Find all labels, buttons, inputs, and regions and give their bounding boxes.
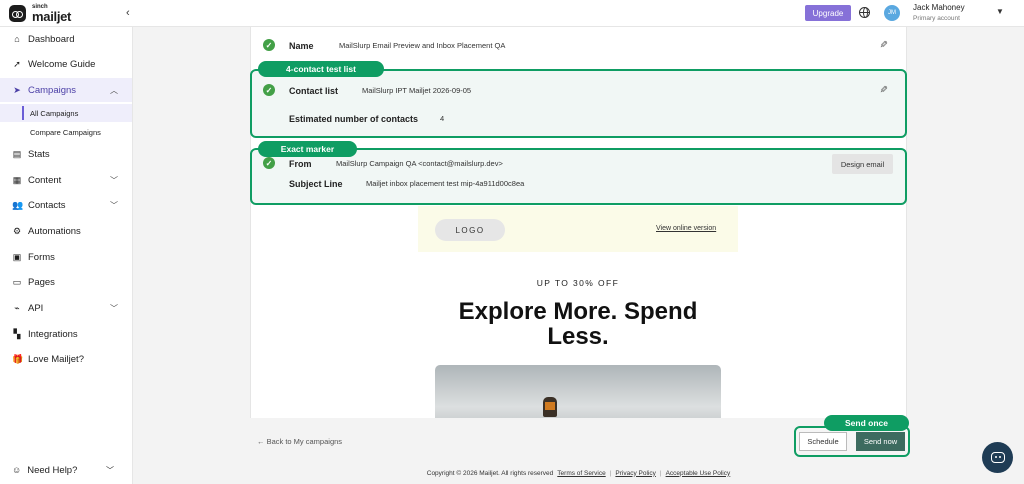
design-email-button[interactable]: Design email: [832, 154, 893, 174]
contact-list-label: Contact list: [289, 86, 339, 96]
stats-icon: ▤: [12, 148, 22, 159]
sidebar-item-stats[interactable]: ▤ Stats: [0, 142, 132, 166]
privacy-policy-link[interactable]: Privacy Policy: [615, 470, 655, 477]
help-icon: ☺: [12, 465, 22, 475]
api-icon: ⌁: [14, 302, 20, 313]
exact-marker-annotation-tag: Exact marker: [258, 141, 357, 157]
upgrade-button[interactable]: Upgrade: [805, 5, 851, 21]
chevron-up-icon: ︿: [110, 85, 118, 95]
user-avatar[interactable]: JM: [884, 5, 900, 21]
copyright-text: Copyright © 2026 Mailjet. All rights res…: [426, 469, 554, 477]
sidebar-item-automations[interactable]: ⚙ Automations: [0, 219, 132, 243]
language-globe-icon[interactable]: [859, 7, 870, 18]
sidebar-item-integrations[interactable]: ▚ Integrations: [0, 322, 132, 346]
email-logo-placeholder: LOGO: [435, 219, 505, 241]
sidebar-subitem-all-campaigns[interactable]: All Campaigns: [0, 104, 132, 122]
acceptable-use-policy-link[interactable]: Acceptable Use Policy: [666, 470, 731, 477]
chatbot-button[interactable]: [982, 442, 1013, 473]
sidebar-item-label: Forms: [28, 251, 55, 263]
edit-contact-list-pencil-icon[interactable]: ✎: [878, 85, 888, 96]
contact-list-annotation-tag: 4-contact test list: [258, 61, 384, 77]
need-help-label: Need Help?: [27, 464, 78, 476]
user-menu-chevron-down-icon[interactable]: ▼: [996, 7, 1004, 16]
email-hero-image: [435, 365, 721, 418]
sidebar-item-label: Dashboard: [28, 33, 75, 45]
user-name[interactable]: Jack Mahoney: [913, 3, 965, 12]
chevron-down-icon: ﹀: [106, 465, 114, 475]
subject-line-value: Mailjet inbox placement test mip-4a911d0…: [366, 179, 525, 188]
sidebar-item-dashboard[interactable]: ⌂ Dashboard: [0, 27, 132, 51]
logo-mailjet-text: mailjet: [32, 9, 72, 24]
sidebar-item-campaigns[interactable]: ➤ Campaigns ︿: [0, 78, 132, 102]
terms-of-service-link[interactable]: Terms of Service: [557, 470, 605, 477]
sidebar-item-content[interactable]: ▦ Content ﹀: [0, 168, 132, 192]
collapse-sidebar-icon[interactable]: ‹: [126, 7, 130, 19]
send-icon: ➤: [13, 84, 21, 95]
send-once-annotation-tag: Send once: [824, 415, 909, 431]
sinch-logo-icon: [9, 5, 26, 22]
sidebar-item-label: Contacts: [28, 199, 66, 211]
sidebar-item-contacts[interactable]: 👥 Contacts ﹀: [0, 193, 132, 217]
email-headline: Explore More. Spend Less.: [458, 298, 698, 350]
need-help-menu[interactable]: ☺ Need Help? ﹀: [0, 458, 132, 482]
automations-icon: ⚙: [12, 225, 22, 236]
contact-list-highlight: [250, 69, 907, 138]
home-icon: ⌂: [14, 34, 20, 44]
from-label: From: [289, 159, 312, 169]
schedule-button[interactable]: Schedule: [799, 432, 847, 451]
forms-icon: ▣: [12, 251, 22, 262]
view-online-version-link[interactable]: View online version: [656, 225, 716, 232]
from-check-icon: ✓: [263, 157, 275, 169]
sidebar-item-love-mailjet[interactable]: 🎁 Love Mailjet?: [0, 347, 132, 371]
content-icon: ▦: [12, 174, 22, 185]
sidebar-item-label: API: [28, 302, 44, 314]
subject-line-label: Subject Line: [289, 179, 343, 189]
name-label: Name: [289, 41, 314, 51]
email-promo-text: UP TO 30% OFF: [536, 278, 620, 288]
email-preview: LOGO View online version UP TO 30% OFF E…: [418, 206, 738, 418]
integrations-icon: ▚: [13, 328, 21, 339]
estimated-contacts-value: 4: [440, 114, 445, 123]
sidebar-item-label: Pages: [28, 276, 55, 288]
chevron-down-icon: ﹀: [110, 175, 118, 185]
back-to-campaigns-link[interactable]: ← Back to My campaigns: [257, 437, 342, 446]
sidebar-item-label: Integrations: [28, 328, 78, 340]
sidebar-item-welcome-guide[interactable]: ➚ Welcome Guide: [0, 52, 132, 76]
name-value: MailSlurp Email Preview and Inbox Placem…: [339, 41, 506, 50]
sidebar-item-label: Campaigns: [28, 84, 77, 96]
sidebar-subitem-compare-campaigns[interactable]: Compare Campaigns: [0, 123, 132, 141]
rocket-icon: ➚: [13, 58, 21, 69]
chevron-down-icon: ﹀: [110, 303, 118, 313]
top-bar: sinch mailjet ‹ Upgrade JM Jack Mahoney …: [0, 0, 1024, 27]
sidebar-item-label: Automations: [28, 225, 81, 237]
sidebar-item-label: Love Mailjet?: [28, 353, 84, 365]
edit-name-pencil-icon[interactable]: ✎: [878, 40, 888, 51]
from-value: MailSlurp Campaign QA <contact@mailslurp…: [336, 159, 503, 168]
user-role: Primary account: [913, 15, 960, 22]
email-preview-header: LOGO View online version: [418, 206, 738, 252]
chevron-down-icon: ﹀: [110, 200, 118, 210]
contact-list-value: MailSlurp IPT Mailjet 2026-09-05: [362, 86, 472, 95]
robot-icon: [990, 452, 1005, 463]
sidebar-item-label: Welcome Guide: [28, 58, 96, 70]
sidebar-item-pages[interactable]: ▭ Pages: [0, 270, 132, 294]
gift-icon: 🎁: [12, 353, 24, 364]
sidebar-item-forms[interactable]: ▣ Forms: [0, 245, 132, 269]
sidebar-item-label: Content: [28, 174, 62, 186]
send-now-button[interactable]: Send now: [856, 432, 905, 451]
pages-icon: ▭: [12, 276, 22, 287]
contacts-icon: 👥: [12, 199, 24, 210]
mailjet-logo[interactable]: sinch mailjet: [9, 4, 71, 23]
sidebar-item-label: Stats: [28, 148, 50, 160]
estimated-contacts-label: Estimated number of contacts: [289, 114, 419, 124]
contact-list-check-icon: ✓: [263, 84, 275, 96]
name-check-icon: ✓: [263, 39, 275, 51]
footer: Copyright © 2026 Mailjet. All rights res…: [426, 469, 731, 477]
sidebar-item-api[interactable]: ⌁ API ﹀: [0, 296, 132, 320]
